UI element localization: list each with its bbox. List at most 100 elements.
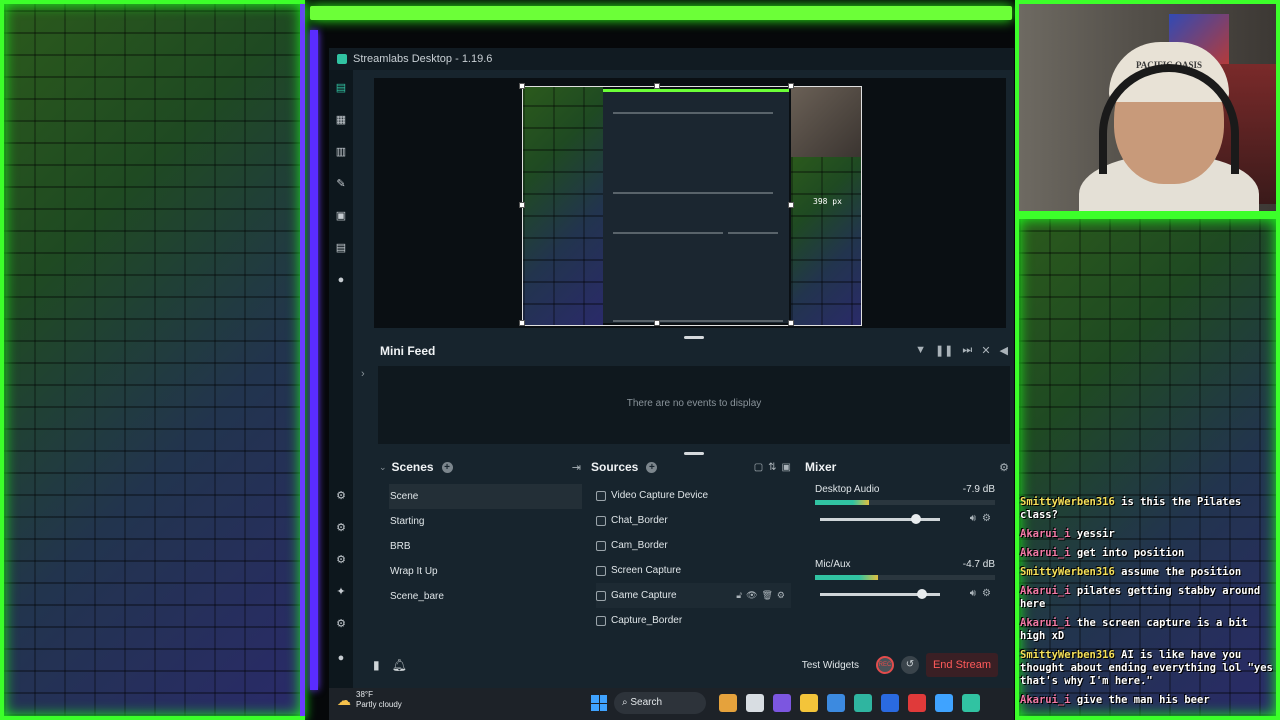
record-button[interactable]: REC [876, 656, 894, 674]
weather-temp: 38°F [356, 690, 373, 699]
source-item[interactable]: Capture_Border [596, 608, 791, 633]
mixer-settings-icon[interactable]: ⚙ [999, 461, 1009, 474]
add-source-icon[interactable]: + [646, 461, 658, 473]
preview-webcam [791, 87, 861, 157]
scene-item[interactable]: Scene_bare [389, 584, 582, 609]
preview-left-panel [523, 87, 603, 325]
dashboard-icon[interactable]: ▦ [335, 114, 347, 126]
app-icon[interactable] [881, 694, 899, 712]
track-tools-icon[interactable]: 🔊︎⚙ [970, 513, 997, 524]
resize-handle[interactable] [788, 202, 794, 208]
tip-page-icon[interactable]: ⚙ [335, 554, 347, 566]
chrome-icon[interactable] [935, 694, 953, 712]
preview-nested-capture [603, 89, 789, 323]
apps-icon[interactable]: ▤ [335, 242, 347, 254]
volume-slider[interactable] [820, 589, 940, 599]
cloudbot-icon[interactable]: ⚙ [335, 522, 347, 534]
edge-icon[interactable] [854, 694, 872, 712]
volume-meter [815, 500, 995, 505]
pause-icon[interactable]: ❚❚ [935, 344, 953, 357]
app-icon[interactable] [719, 694, 737, 712]
source-item[interactable]: Screen Capture [596, 558, 791, 583]
chat-username: SmittyWerben316 [1020, 496, 1115, 508]
resize-handle[interactable] [788, 320, 794, 326]
resize-handle[interactable] [519, 202, 525, 208]
scene-item[interactable]: BRB [389, 534, 582, 559]
add-scene-icon[interactable]: + [441, 461, 453, 473]
preview-area: 398 px [374, 78, 1006, 328]
volume-knob[interactable] [917, 589, 928, 599]
chat-message: SmittyWerben316 AI is like have you thou… [1020, 649, 1278, 688]
profile-icon[interactable]: ● [335, 652, 347, 664]
track-tools-icon[interactable]: 🔊︎⚙ [970, 588, 997, 599]
windows-start-icon[interactable] [591, 695, 607, 711]
app-icon[interactable] [908, 694, 926, 712]
weather-widget[interactable]: ☁ 38°F Partly cloudy [337, 690, 402, 710]
source-label: Game Capture [611, 590, 677, 601]
studio-mode-icon[interactable]: ✦ [335, 586, 347, 598]
streamlabs-app-icon[interactable] [962, 694, 980, 712]
window-title: Streamlabs Desktop - 1.19.6 [353, 53, 493, 65]
chevron-right-icon[interactable]: › [361, 368, 365, 380]
chat-username: Akarui_i [1020, 528, 1071, 540]
resize-handle[interactable] [654, 320, 660, 326]
performance-icon[interactable]: ▮ [373, 658, 380, 672]
source-item[interactable]: Video Capture Device [596, 483, 791, 508]
store-icon[interactable] [827, 694, 845, 712]
store-icon[interactable]: ▣ [335, 210, 347, 222]
source-item[interactable]: Cam_Border [596, 533, 791, 558]
resize-handle[interactable] [519, 83, 525, 89]
skip-icon[interactable]: ⏭ [962, 344, 972, 357]
volume-icon[interactable]: ◀ [1000, 344, 1008, 357]
source-item[interactable]: Chat_Border [596, 508, 791, 533]
editor-icon[interactable]: ▤ [335, 82, 347, 94]
scene-item[interactable]: Scene [389, 484, 582, 509]
volume-slider[interactable] [820, 514, 940, 524]
scene-collection-icon[interactable]: ⇥ [572, 461, 581, 474]
volume-knob[interactable] [911, 514, 922, 524]
partly-cloudy-icon: ☁ [337, 691, 351, 708]
chat-username: SmittyWerben316 [1020, 649, 1115, 661]
end-stream-button[interactable]: End Stream [926, 653, 998, 677]
source-row-tools-icon[interactable]: 🔓︎👁︎🗑︎⚙ [736, 583, 789, 608]
taskbar-apps [719, 694, 980, 712]
notifications-icon[interactable]: 🔔︎ [392, 658, 407, 672]
layout-icon[interactable]: ▥ [335, 146, 347, 158]
stream-screen: PACIFIC OASIS SmittyWerben316 is this th… [0, 0, 1280, 720]
resize-handle[interactable] [654, 83, 660, 89]
collapse-icon[interactable]: ⌄ [379, 462, 387, 473]
source-type-icon [596, 590, 606, 601]
sources-panel: Sources + ▢⇅▣ Video Capture Device Chat_B… [591, 454, 796, 636]
side-nav: ▤ ▦ ▥ ✎ ▣ ▤ ● ⚙ ⚙ ⚙ ✦ ⚙ ● [329, 70, 353, 688]
chat-username: Akarui_i [1020, 547, 1071, 559]
test-widgets-button[interactable]: Test Widgets [802, 660, 859, 671]
mini-feed-tools: ▼ ❚❚ ⏭ ✕ ◀ [915, 344, 1008, 357]
resize-handle[interactable] [519, 320, 525, 326]
preview-resize-bar[interactable] [684, 336, 704, 339]
task-view-icon[interactable] [746, 694, 764, 712]
chat-message: Akarui_i yessir [1020, 528, 1278, 541]
source-tools-icon[interactable]: ▢⇅▣ [754, 462, 796, 473]
source-label: Video Capture Device [611, 490, 709, 501]
alert-box-icon[interactable]: ⚙ [335, 490, 347, 502]
source-type-icon [596, 515, 606, 526]
filter-icon[interactable]: ▼ [915, 344, 926, 357]
settings-icon[interactable]: ⚙ [335, 618, 347, 630]
scene-item[interactable]: Wrap It Up [389, 559, 582, 584]
taskbar-search[interactable]: ⌕ Search [614, 692, 706, 714]
chat-text: assume the position [1114, 566, 1242, 578]
app-icon[interactable] [773, 694, 791, 712]
stream-preview[interactable]: 398 px [522, 86, 862, 326]
replay-buffer-icon[interactable]: ↺ [901, 656, 919, 674]
source-type-icon [596, 565, 606, 576]
highlighter-icon[interactable]: ● [335, 274, 347, 286]
mixer-panel: Mixer ⚙ Desktop Audio -7.9 dB 🔊︎⚙ Mic/Aux -4… [805, 454, 1011, 636]
titlebar: Streamlabs Desktop - 1.19.6 [329, 48, 1014, 70]
themes-icon[interactable]: ✎ [335, 178, 347, 190]
scene-item[interactable]: Starting [389, 509, 582, 534]
resize-handle[interactable] [788, 83, 794, 89]
file-explorer-icon[interactable] [800, 694, 818, 712]
mute-alerts-icon[interactable]: ✕ [981, 344, 990, 357]
chat-message: Akarui_i pilates getting stabby around h… [1020, 585, 1278, 611]
source-item[interactable]: Game Capture 🔓︎👁︎🗑︎⚙ [596, 583, 791, 608]
